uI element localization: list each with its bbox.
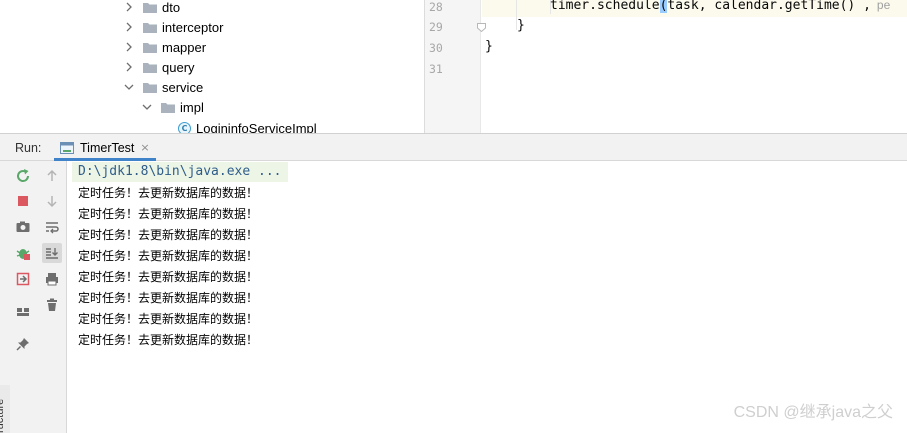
tree-item-label: service [162, 79, 204, 95]
code-line-30: } [485, 39, 493, 54]
stop-icon [18, 196, 28, 206]
line-number: 31 [429, 62, 443, 76]
chevron-down-icon[interactable] [123, 81, 135, 93]
scroll-to-end-icon [46, 248, 58, 259]
code-line-28: timer.schedule(task, calendar.getTime() … [550, 0, 890, 13]
tree-item-label: impl [180, 99, 204, 115]
chevron-right-icon[interactable] [123, 21, 135, 33]
code-line-29: } [517, 18, 525, 33]
exit-icon [16, 272, 30, 286]
layout-icon [17, 308, 29, 316]
console-line: 定时任务！去更新数据库的数据！ [78, 228, 259, 242]
code-editor[interactable]: 28 29 30 31 timer.schedule(task, calenda… [425, 0, 907, 133]
tree-item-label: LogininfoServiceImpl [196, 120, 317, 134]
tree-item-label: dto [162, 0, 181, 15]
camera-icon [16, 221, 30, 232]
console-line: 定时任务！去更新数据库的数据！ [78, 270, 259, 284]
folder-icon [143, 22, 157, 33]
debug-button[interactable] [13, 243, 33, 263]
dump-threads-button[interactable] [13, 217, 33, 237]
tree-item-interceptor[interactable]: interceptor [123, 17, 223, 37]
line-number: 30 [429, 41, 443, 55]
layout-button[interactable] [13, 302, 33, 322]
debug-icon [16, 249, 30, 260]
java-class-icon: C [178, 121, 191, 133]
soft-wrap-button[interactable] [42, 217, 62, 237]
pin-tab-button[interactable] [13, 334, 33, 354]
tree-item-label: query [162, 59, 195, 75]
soft-wrap-icon [46, 222, 59, 234]
down-arrow-icon [47, 196, 57, 208]
chevron-right-icon[interactable] [123, 61, 135, 73]
rerun-button[interactable] [13, 166, 33, 186]
tab-timertest[interactable]: TimerTest × [54, 134, 156, 161]
watermark: CSDN @继承java之父 [733, 404, 893, 421]
tree-item-dto[interactable]: dto [123, 0, 180, 17]
chevron-down-icon[interactable] [141, 101, 153, 113]
line-number: 29 [429, 20, 443, 34]
tree-item-impl[interactable]: impl [141, 97, 204, 117]
console-toolbar [38, 161, 67, 433]
structure-tab-label[interactable]: ructure [0, 396, 6, 433]
console-output[interactable]: D:\jdk1.8\bin\java.exe ... 定时任务！去更新数据库的数… [68, 161, 907, 433]
next-occurrence-button[interactable] [42, 191, 62, 211]
console-line: 定时任务！去更新数据库的数据！ [78, 186, 259, 200]
code-text: timer.schedule [550, 0, 660, 13]
print-icon [46, 273, 58, 286]
pin-icon [16, 338, 29, 351]
run-config-icon [60, 141, 74, 154]
run-label: Run: [15, 141, 42, 155]
folder-icon [143, 62, 157, 73]
previous-occurrence-button[interactable] [42, 166, 62, 186]
command-line[interactable]: D:\jdk1.8\bin\java.exe ... [72, 162, 288, 182]
folder-icon [143, 42, 157, 53]
console-line: 定时任务！去更新数据库的数据！ [78, 312, 259, 326]
print-button[interactable] [42, 269, 62, 289]
rerun-icon [17, 169, 30, 182]
folder-icon [143, 82, 157, 93]
trash-icon [47, 298, 57, 311]
tree-item-label: interceptor [162, 19, 224, 35]
folder-icon [161, 102, 175, 113]
code-text: task, calendar.getTime() , [667, 0, 871, 13]
console-line: 定时任务！去更新数据库的数据！ [78, 333, 259, 347]
chevron-right-icon[interactable] [123, 1, 135, 13]
chevron-right-icon[interactable] [123, 41, 135, 53]
tree-item-service[interactable]: service [123, 77, 203, 97]
exit-button[interactable] [13, 269, 33, 289]
fold-marker-icon[interactable] [477, 23, 486, 32]
clear-all-button[interactable] [42, 295, 62, 315]
tree-item-mapper[interactable]: mapper [123, 37, 206, 57]
console-line: 定时任务！去更新数据库的数据！ [78, 207, 259, 221]
scroll-to-end-button[interactable] [42, 243, 62, 263]
tree-item-query[interactable]: query [123, 57, 195, 77]
tab-title: TimerTest [80, 140, 135, 155]
line-number: 28 [429, 0, 443, 14]
close-icon[interactable]: × [140, 141, 149, 154]
console-line: 定时任务！去更新数据库的数据！ [78, 249, 259, 263]
stop-button[interactable] [13, 191, 33, 211]
tree-item-logininfoserviceimpl[interactable]: C LogininfoServiceImpl [178, 118, 317, 133]
parameter-hint: pe [876, 0, 891, 12]
run-tool-window-header: Run: TimerTest × [0, 133, 907, 161]
console-line: 定时任务！去更新数据库的数据！ [78, 291, 259, 305]
tree-item-label: mapper [162, 39, 207, 55]
project-tree: dto interceptor mapper query service imp… [0, 0, 424, 133]
folder-icon [143, 2, 157, 13]
up-arrow-icon [47, 169, 57, 181]
